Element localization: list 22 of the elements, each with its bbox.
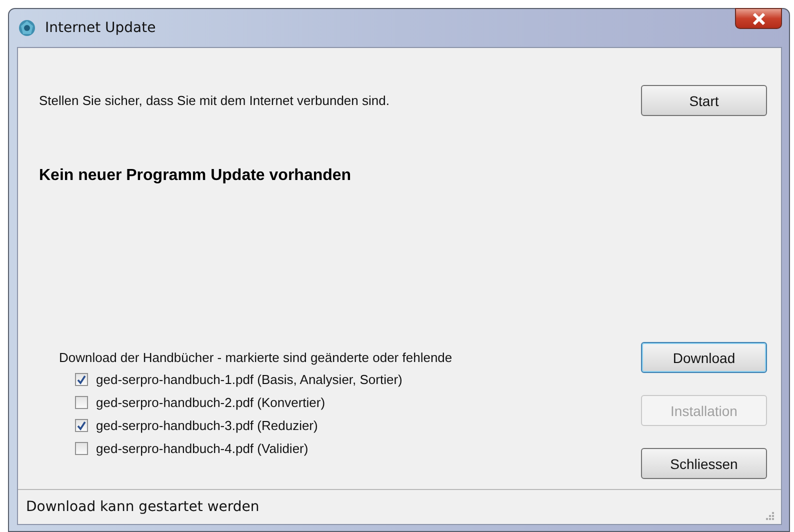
app-icon — [17, 18, 37, 38]
close-button[interactable] — [735, 8, 782, 29]
check-icon — [76, 374, 87, 384]
close-icon — [752, 12, 766, 24]
action-button[interactable]: Download — [641, 342, 767, 373]
manual-checkbox[interactable]: ged-serpro-handbuch-2.pdf (Konvertier) — [59, 393, 452, 411]
window-title: Internet Update — [45, 20, 156, 36]
start-button[interactable]: Start — [641, 85, 767, 116]
checkbox[interactable] — [75, 418, 88, 432]
manuals-label: Download der Handbücher - markierte sind geänderte oder fehlende — [59, 350, 452, 365]
update-status-text: Kein neuer Programm Update vorhanden — [39, 167, 352, 185]
manual-checkbox[interactable]: ged-serpro-handbuch-3.pdf (Reduzier) — [59, 416, 452, 434]
check-icon — [76, 420, 87, 430]
manual-checkbox[interactable]: ged-serpro-handbuch-1.pdf (Basis, Analysier, Sortier) — [59, 370, 452, 388]
action-button[interactable]: Schliessen — [641, 448, 767, 479]
instruction-text: Stellen Sie sicher, dass Sie mit dem Internet verbunden sind. — [39, 93, 390, 108]
checkbox[interactable] — [75, 372, 88, 386]
checkbox[interactable] — [75, 442, 88, 454]
status-text: Download kann gestartet werden — [26, 499, 260, 515]
manual-checkbox[interactable]: ged-serpro-handbuch-4.pdf (Validier) — [59, 439, 452, 457]
checkbox[interactable] — [75, 396, 88, 408]
resize-grip-icon — [765, 511, 775, 521]
